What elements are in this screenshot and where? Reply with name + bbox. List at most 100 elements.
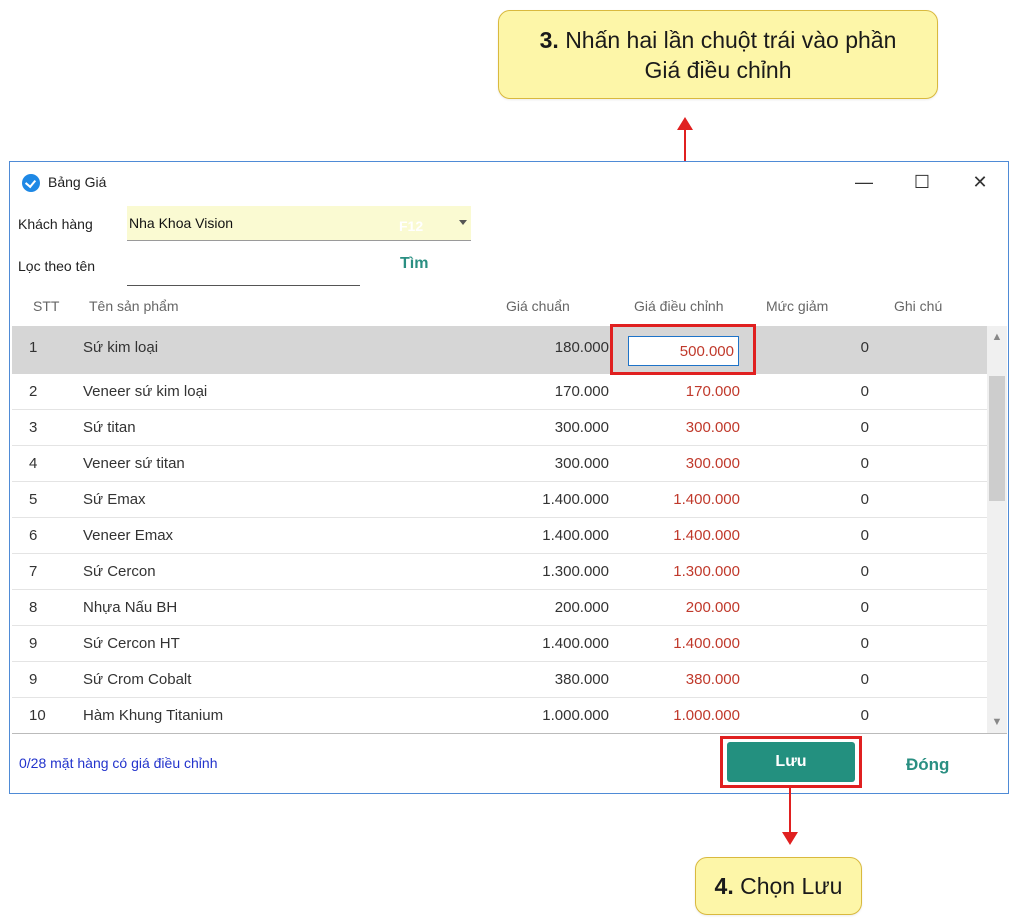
table-row[interactable]: 6 Veneer Emax 1.400.000 1.400.000 0 <box>12 518 987 554</box>
cell-adjusted-price[interactable]: 300.000 <box>686 419 740 436</box>
cell-stt: 6 <box>29 527 38 544</box>
adjusted-count-status: 0/28 mặt hàng có giá điều chỉnh <box>19 755 218 771</box>
cell-standard-price: 170.000 <box>554 383 609 400</box>
cell-adjusted-price[interactable]: 1.400.000 <box>673 635 740 652</box>
cell-product-name: Nhựa Nấu BH <box>83 599 178 616</box>
price-list-window: Bảng Giá — ☐ ✕ Khách hàng Nha Khoa Visio… <box>9 161 1009 794</box>
table-row[interactable]: 2 Veneer sứ kim loại 170.000 170.000 0 <box>12 374 987 410</box>
cell-product-name: Hàm Khung Titanium <box>83 707 224 724</box>
step4-arrow-shaft <box>789 787 791 835</box>
cell-standard-price: 1.400.000 <box>542 635 609 652</box>
table-row[interactable]: 3 Sứ titan 300.000 300.000 0 <box>12 410 987 446</box>
app-logo-icon <box>22 174 40 192</box>
cell-adjusted-price[interactable]: 200.000 <box>686 599 740 616</box>
cell-product-name: Sứ Crom Cobalt <box>83 671 192 688</box>
cell-stt: 9 <box>29 671 38 688</box>
cell-standard-price: 1.300.000 <box>542 563 609 580</box>
header-discount[interactable]: Mức giảm <box>766 298 828 314</box>
cell-adjusted-price[interactable]: 380.000 <box>686 671 740 688</box>
table-row[interactable]: 5 Sứ Emax 1.400.000 1.400.000 0 <box>12 482 987 518</box>
price-table: STT Tên sản phẩm Giá chuẩn Giá điều chỉn… <box>12 288 1007 734</box>
cell-discount: 0 <box>860 419 869 436</box>
adjusted-price-highlight <box>610 324 756 375</box>
table-row[interactable]: 9 Sứ Crom Cobalt 380.000 380.000 0 <box>12 662 987 698</box>
table-row[interactable]: 7 Sứ Cercon 1.300.000 1.300.000 0 <box>12 554 987 590</box>
header-standard-price[interactable]: Giá chuẩn <box>506 298 570 314</box>
table-row[interactable]: 1 Sứ kim loại 180.000 0 <box>12 326 987 374</box>
table-row[interactable]: 4 Veneer sứ titan 300.000 300.000 0 <box>12 446 987 482</box>
cell-product-name: Veneer sứ titan <box>83 455 185 472</box>
cell-adjusted-price[interactable]: 1.400.000 <box>673 527 740 544</box>
cell-product-name: Sứ kim loại <box>83 339 159 356</box>
cell-discount: 0 <box>860 339 869 356</box>
cell-stt: 5 <box>29 491 38 508</box>
cell-stt: 9 <box>29 635 38 652</box>
header-product-name[interactable]: Tên sản phẩm <box>89 298 179 314</box>
header-stt[interactable]: STT <box>33 298 59 314</box>
cell-discount: 0 <box>860 383 869 400</box>
cell-discount: 0 <box>860 707 869 724</box>
chevron-down-icon[interactable] <box>459 220 467 225</box>
cell-product-name: Veneer Emax <box>83 527 174 544</box>
cell-discount: 0 <box>860 563 869 580</box>
step3-line1: 3. Nhấn hai lần chuột trái vào phần <box>499 25 937 55</box>
maximize-button[interactable]: ☐ <box>900 168 944 196</box>
cell-product-name: Sứ Emax <box>83 491 146 508</box>
customer-value: Nha Khoa Vision <box>129 215 234 231</box>
cell-standard-price: 200.000 <box>554 599 609 616</box>
cell-discount: 0 <box>860 671 869 688</box>
cell-discount: 0 <box>860 455 869 472</box>
header-note[interactable]: Ghi chú <box>894 298 942 314</box>
cell-adjusted-price[interactable]: 1.000.000 <box>673 707 740 724</box>
vertical-scrollbar[interactable]: ▲ ▼ <box>987 326 1007 733</box>
cell-stt: 2 <box>29 383 38 400</box>
cell-standard-price: 300.000 <box>554 419 609 436</box>
cell-stt: 10 <box>29 707 46 724</box>
step3-number: 3. <box>539 27 559 53</box>
cell-stt: 1 <box>29 339 38 356</box>
cell-standard-price: 1.400.000 <box>542 527 609 544</box>
search-button[interactable]: Tìm <box>400 255 428 273</box>
cell-discount: 0 <box>860 635 869 652</box>
save-button-highlight <box>720 736 862 788</box>
cell-product-name: Sứ Cercon HT <box>83 635 180 652</box>
filter-input[interactable] <box>127 250 360 286</box>
close-button[interactable]: Đóng <box>906 755 949 775</box>
cell-product-name: Veneer sứ kim loại <box>83 383 208 400</box>
cell-discount: 0 <box>860 599 869 616</box>
cell-product-name: Sứ titan <box>83 419 136 436</box>
scroll-up-icon[interactable]: ▲ <box>987 328 1007 346</box>
cell-standard-price: 300.000 <box>554 455 609 472</box>
cell-adjusted-price[interactable]: 170.000 <box>686 383 740 400</box>
cell-standard-price: 1.400.000 <box>542 491 609 508</box>
window-title: Bảng Giá <box>48 174 107 190</box>
table-row[interactable]: 8 Nhựa Nấu BH 200.000 200.000 0 <box>12 590 987 626</box>
step3-line2: Giá điều chỉnh <box>644 57 792 83</box>
scrollbar-thumb[interactable] <box>989 376 1005 501</box>
table-row[interactable]: 9 Sứ Cercon HT 1.400.000 1.400.000 0 <box>12 626 987 662</box>
customer-shortcut-hint: F12 <box>399 218 424 234</box>
step4-callout: 4. Chọn Lưu <box>695 857 862 915</box>
customer-label: Khách hàng <box>18 216 93 232</box>
step3-arrow-head <box>677 117 693 130</box>
cell-standard-price: 180.000 <box>554 339 609 356</box>
cell-discount: 0 <box>860 491 869 508</box>
step4-arrow-head <box>782 832 798 845</box>
title-bar: Bảng Giá — ☐ ✕ <box>10 162 1008 202</box>
cell-stt: 7 <box>29 563 38 580</box>
step3-callout: 3. Nhấn hai lần chuột trái vào phần Giá … <box>498 10 938 99</box>
step3-text: Nhấn hai lần chuột trái vào phần <box>565 27 897 53</box>
header-adjusted-price[interactable]: Giá điều chỉnh <box>634 298 724 314</box>
cell-standard-price: 380.000 <box>554 671 609 688</box>
cell-adjusted-price[interactable]: 300.000 <box>686 455 740 472</box>
customer-select[interactable]: Nha Khoa Vision F12 <box>127 206 471 241</box>
cell-discount: 0 <box>860 527 869 544</box>
cell-product-name: Sứ Cercon <box>83 563 156 580</box>
cell-adjusted-price[interactable]: 1.400.000 <box>673 491 740 508</box>
scroll-down-icon[interactable]: ▼ <box>987 713 1007 731</box>
cell-adjusted-price[interactable]: 1.300.000 <box>673 563 740 580</box>
table-row[interactable]: 10 Hàm Khung Titanium 1.000.000 1.000.00… <box>12 698 987 733</box>
cell-standard-price: 1.000.000 <box>542 707 609 724</box>
minimize-button[interactable]: — <box>842 168 886 196</box>
close-window-button[interactable]: ✕ <box>958 168 1002 196</box>
